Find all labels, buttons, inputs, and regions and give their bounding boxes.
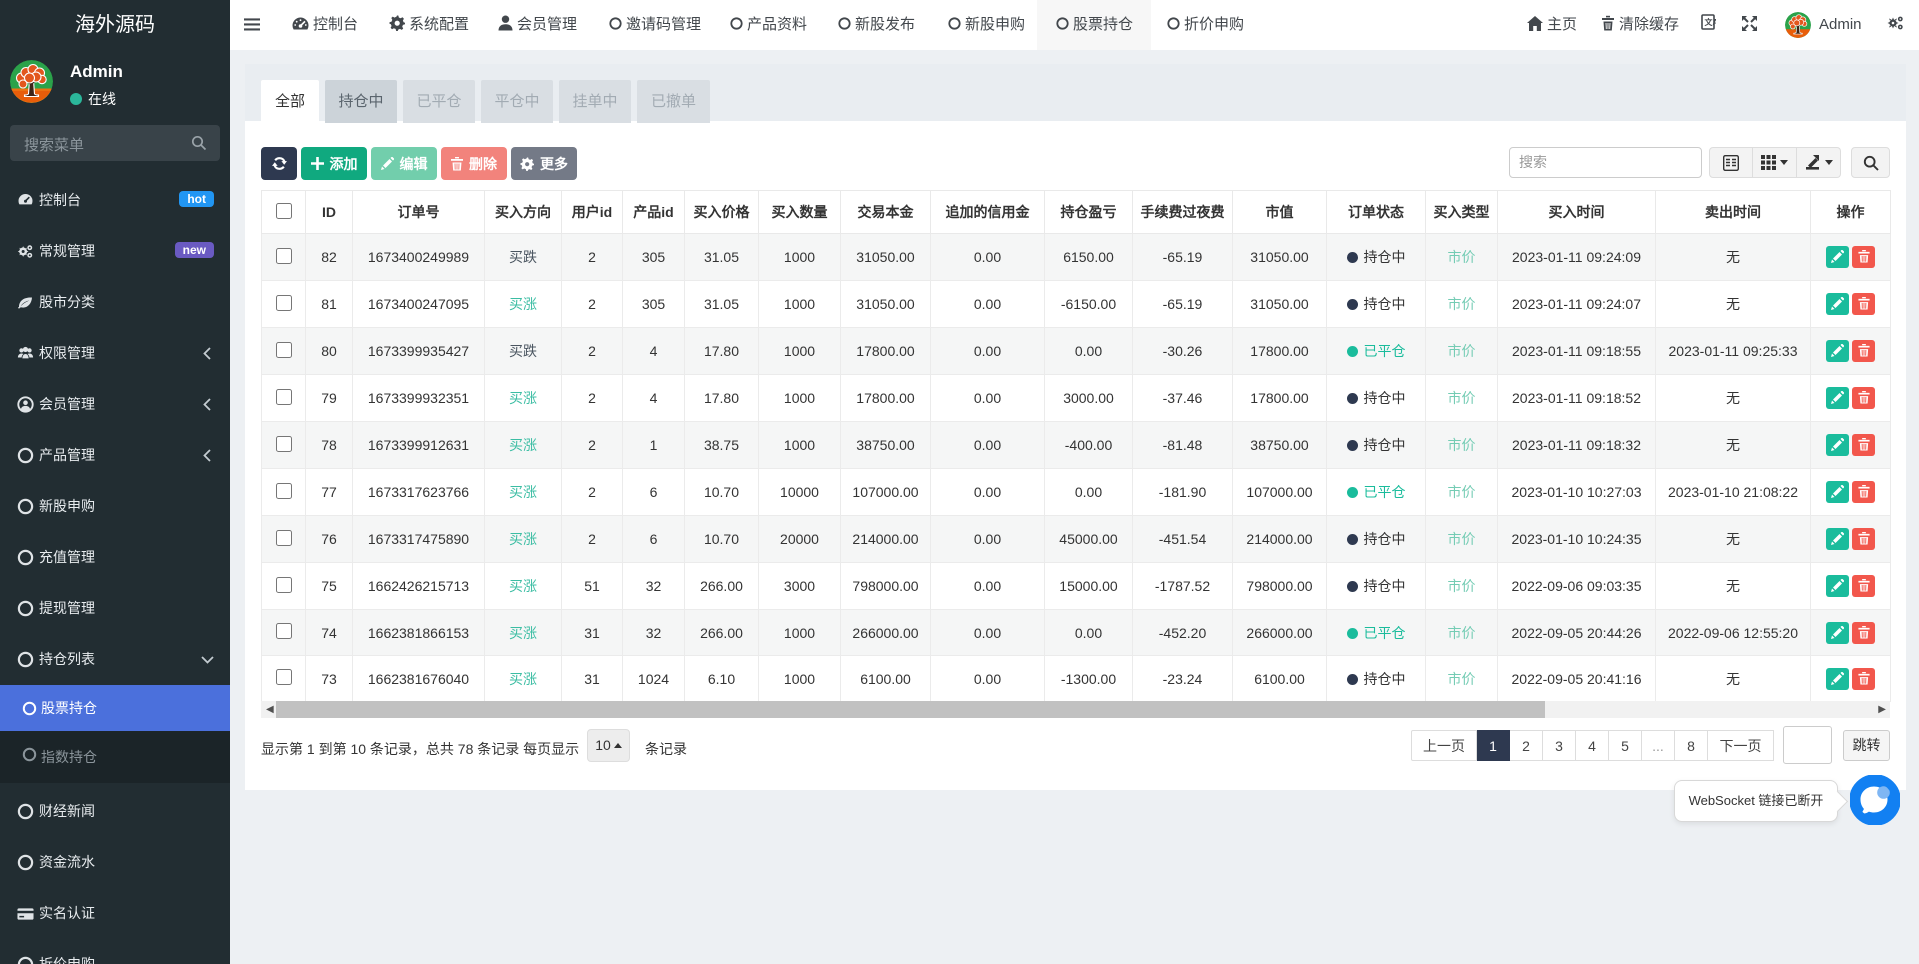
svg-text:文A: 文A	[1705, 17, 1717, 27]
